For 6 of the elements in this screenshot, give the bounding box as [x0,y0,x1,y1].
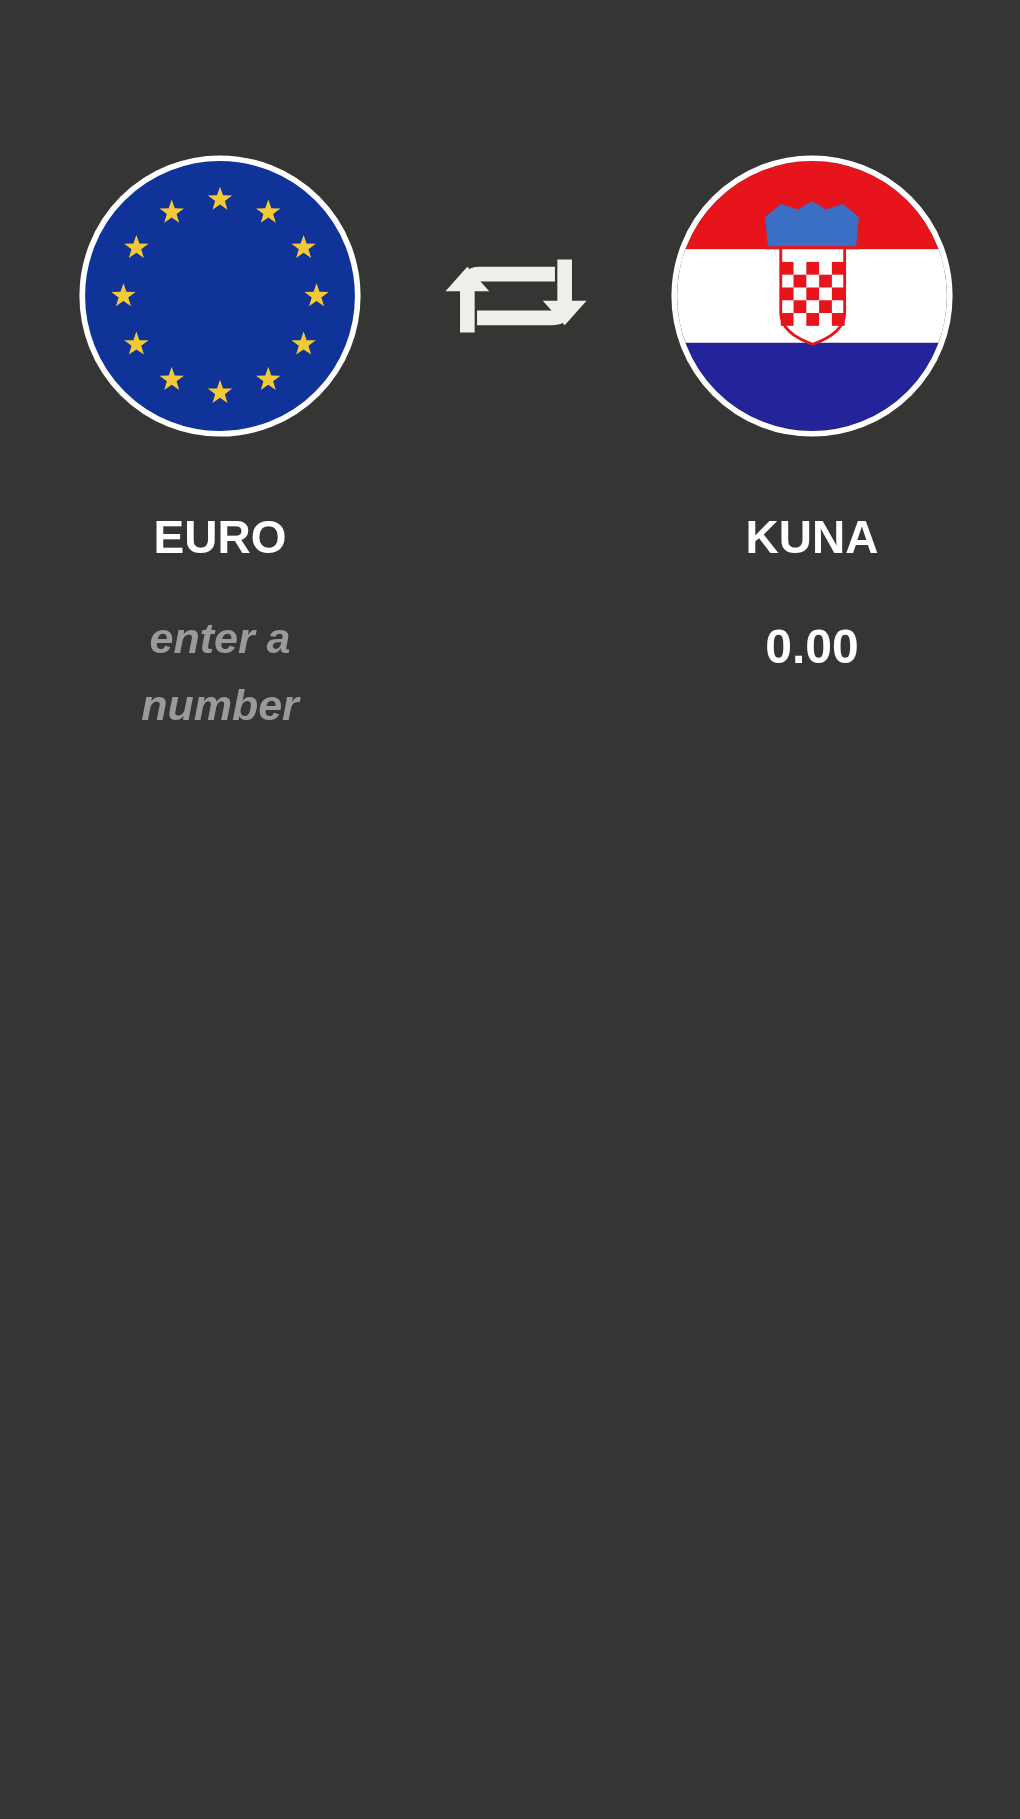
currency-label: EURO [153,510,287,565]
croatia-flag-icon[interactable] [670,154,954,438]
amount-input[interactable]: enter a number [105,605,335,739]
eu-flag-icon[interactable] [78,154,362,438]
converted-amount: 0.00 [765,619,859,675]
currency-label: KUNA [745,510,879,565]
